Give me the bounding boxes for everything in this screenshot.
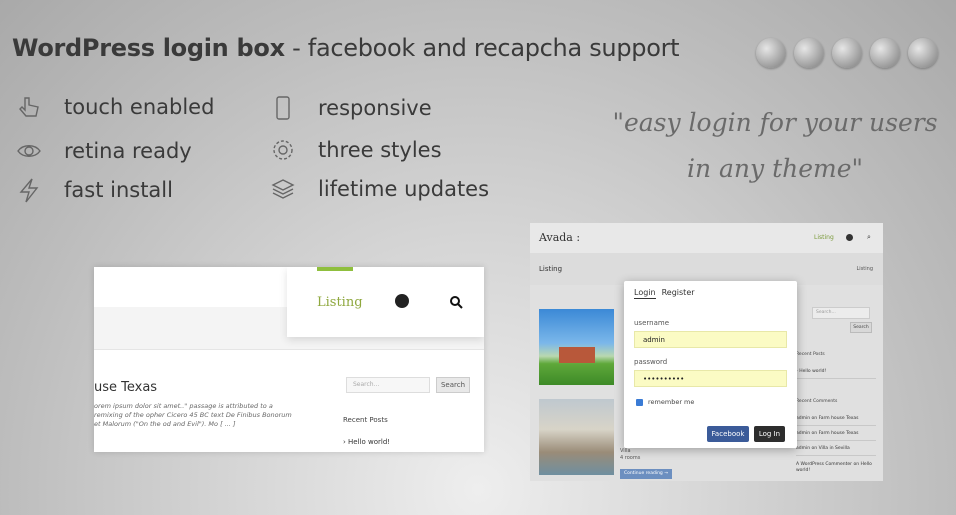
feature-retina: retina ready	[16, 138, 192, 164]
nav-listing-link[interactable]: Listing	[814, 234, 834, 241]
feature-responsive: responsive	[270, 95, 432, 121]
villa-meta: Villa 4 rooms	[620, 448, 641, 461]
safari-icon	[870, 38, 900, 68]
mock-nav-dropdown: Listing	[287, 267, 484, 337]
feature-label: retina ready	[64, 139, 192, 163]
user-icon[interactable]	[846, 234, 853, 241]
title-bold: WordPress login box	[12, 34, 285, 62]
search-button[interactable]: Search	[436, 377, 470, 393]
recent-post-link[interactable]: › Hello world!	[343, 438, 390, 446]
comment-item[interactable]: admin on Farm house Texas	[796, 431, 876, 441]
title-subtitle: facebook and recapcha support	[307, 34, 680, 62]
phone-icon	[276, 96, 290, 120]
sidebar-recent-comments-heading: Recent Comments	[796, 399, 838, 404]
feature-touch: touch enabled	[16, 94, 214, 120]
comment-item[interactable]: admin on Villa in Sevilla	[796, 446, 876, 456]
feature-label: three styles	[318, 138, 442, 162]
recent-posts-heading: Recent Posts	[343, 416, 388, 424]
quote-line-2: in any theme"	[686, 154, 864, 183]
ie-icon	[832, 38, 862, 68]
login-submit-button[interactable]: Log In	[754, 426, 785, 442]
sidebar-hello-link[interactable]: › Hello world!	[796, 369, 876, 379]
search-icon[interactable]	[449, 295, 463, 309]
feature-fast-install: fast install	[16, 177, 173, 203]
username-label: username	[634, 319, 669, 327]
mock-main: use Texas orem ipsum dolor sit amet.." p…	[94, 349, 484, 452]
login-box: Login Register username admin password •…	[624, 281, 797, 448]
title-dash: -	[284, 34, 308, 62]
sidebar-search-button[interactable]: Search	[850, 322, 872, 333]
sidebar-hello-label: Hello world!	[799, 369, 827, 374]
feature-label: lifetime updates	[318, 177, 490, 201]
login-tabs: Login Register	[634, 288, 695, 299]
feature-lifetime-updates: lifetime updates	[270, 176, 489, 202]
farmhouse-image[interactable]	[539, 309, 614, 385]
username-field[interactable]: admin	[634, 331, 787, 348]
search-icon[interactable]: ⌕	[867, 233, 871, 242]
breadcrumb[interactable]: Listing	[857, 266, 873, 272]
tagline-quote: "easy login for your users in any theme"	[600, 100, 950, 192]
tab-login[interactable]: Login	[634, 288, 656, 299]
mock-topbar: Avada : Listing ⌕	[530, 223, 883, 253]
password-field[interactable]: ••••••••••	[634, 370, 787, 387]
browser-icons	[756, 38, 938, 68]
sidebar-recent-posts-heading: Recent Posts	[796, 352, 825, 357]
house-shape	[559, 347, 595, 363]
site-logo[interactable]: Avada :	[539, 231, 580, 244]
gear-icon	[273, 140, 293, 160]
tab-register[interactable]: Register	[662, 288, 695, 299]
chrome-icon	[908, 38, 938, 68]
facebook-login-button[interactable]: Facebook	[707, 426, 749, 442]
page-heading: Listing	[539, 265, 563, 273]
password-label: password	[634, 358, 668, 366]
feature-label: responsive	[318, 96, 432, 120]
comment-item[interactable]: admin on Farm house Texas	[796, 416, 876, 426]
post-excerpt: orem ipsum dolor sit amet.." passage is …	[94, 402, 292, 428]
firefox-icon	[794, 38, 824, 68]
continue-reading-button[interactable]: Continue reading →	[620, 469, 672, 479]
post-title[interactable]: use Texas	[94, 380, 157, 395]
feature-three-styles: three styles	[270, 137, 442, 163]
feature-label: fast install	[64, 178, 173, 202]
eye-icon	[17, 145, 41, 157]
search-input[interactable]: Search...	[346, 377, 430, 393]
user-icon[interactable]	[395, 294, 409, 308]
remember-checkbox[interactable]	[636, 399, 643, 406]
sidebar-search-input[interactable]: Search...	[812, 307, 870, 319]
opera-icon	[756, 38, 786, 68]
hand-icon	[19, 97, 39, 117]
layers-icon	[271, 179, 295, 199]
villa-image[interactable]	[539, 399, 614, 475]
page-title: WordPress login box - facebook and recap…	[12, 34, 680, 62]
feature-label: touch enabled	[64, 95, 215, 119]
comment-item[interactable]: A WordPress Commenter on Hello world!	[796, 462, 876, 474]
lightning-icon	[19, 178, 39, 203]
mockup-left: Listing use Texas orem ipsum dolor sit a…	[94, 267, 484, 452]
quote-line-1: "easy login for your users	[612, 108, 938, 137]
recent-post-label: Hello world!	[348, 438, 391, 446]
nav-listing-link[interactable]: Listing	[317, 295, 363, 310]
active-indicator	[317, 267, 353, 271]
remember-label: remember me	[648, 398, 695, 406]
